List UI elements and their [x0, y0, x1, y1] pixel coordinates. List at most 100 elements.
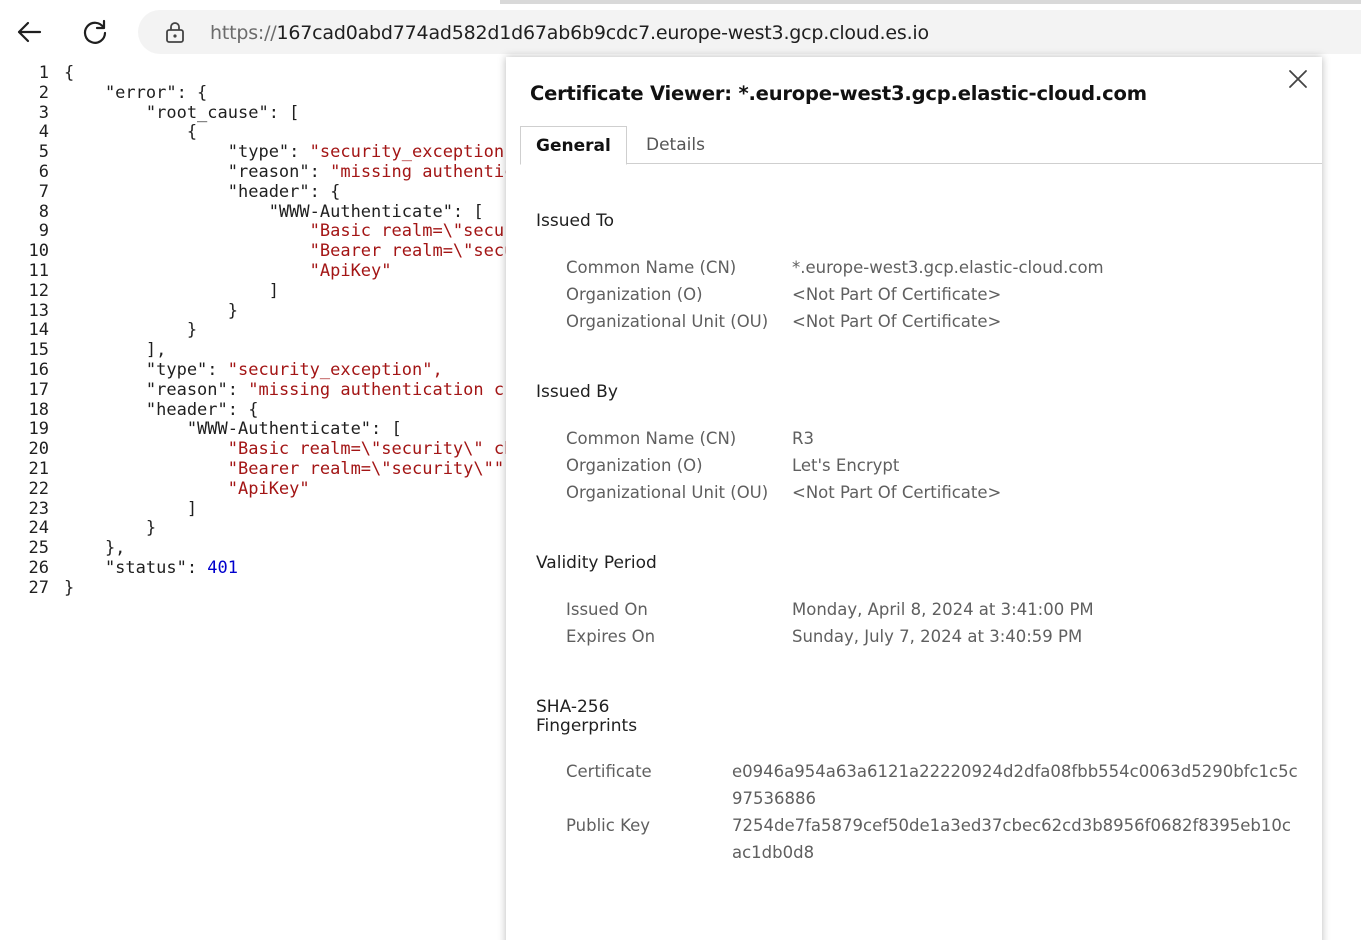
code-token: ]	[64, 498, 198, 519]
code-text: "status": 401	[64, 557, 239, 579]
issued-by-heading: Issued By	[536, 382, 618, 402]
line-number: 18	[28, 399, 49, 420]
code-line: 4 {	[0, 122, 520, 143]
line-number: 22	[28, 478, 49, 499]
code-text: },	[64, 538, 125, 559]
code-token: {	[64, 122, 198, 143]
cert-fingerprint-label: Certificate	[566, 762, 652, 781]
code-line: 24 }	[0, 518, 520, 539]
code-token: "type":	[64, 359, 228, 380]
line-number: 15	[28, 340, 49, 361]
public-key-fingerprint-value: 7254de7fa5879cef50de1a3ed37cbec62cd3b895…	[732, 816, 1291, 862]
code-text: "WWW-Authenticate": [	[64, 419, 402, 440]
code-text: "root_cause": [	[64, 102, 300, 124]
code-token: "Basic realm=\"security\" charset=\"UTF-…	[227, 439, 520, 460]
line-number: 1	[38, 64, 49, 83]
code-text: {	[64, 122, 198, 143]
issued-to-ou-value: <Not Part Of Certificate>	[792, 312, 1002, 331]
refresh-button[interactable]	[75, 12, 115, 52]
code-text: "ApiKey"	[64, 261, 392, 282]
code-token: "missing authentication credentials",	[248, 379, 520, 400]
code-token: "Bearer realm=\"security\"",	[309, 241, 520, 262]
issued-on-label: Issued On	[566, 600, 648, 619]
code-line: 6 "reason": "missing authentication cred…	[0, 161, 520, 183]
line-number: 8	[38, 201, 49, 222]
issued-to-o-value: <Not Part Of Certificate>	[792, 285, 1002, 304]
code-text: "type": "security_exception",	[64, 359, 443, 381]
issued-to-heading: Issued To	[536, 211, 615, 231]
code-token: "WWW-Authenticate": [	[64, 201, 484, 222]
issued-by-cn-label: Common Name (CN)	[566, 429, 737, 448]
line-number: 9	[38, 221, 49, 242]
issued-to-ou-label: Organizational Unit (OU)	[566, 312, 769, 331]
url-scheme: https://	[210, 22, 277, 44]
issued-by-o-value: Let's Encrypt	[792, 456, 900, 475]
code-line: 5 "type": "security_exception",	[0, 142, 520, 163]
code-text: "WWW-Authenticate": [	[64, 201, 484, 223]
line-number: 14	[28, 320, 49, 341]
tab-details[interactable]: Details	[631, 126, 720, 164]
code-text: "Basic realm=\"security\" charset=\"UTF-…	[64, 221, 520, 242]
code-text: "type": "security_exception",	[64, 142, 520, 163]
code-line: 2 "error": {	[0, 82, 520, 104]
code-line: 1{	[0, 64, 520, 84]
code-line: 12 ]	[0, 281, 520, 302]
certificate-viewer-dialog: Certificate Viewer: *.europe-west3.gcp.e…	[506, 57, 1322, 940]
url-text[interactable]: https://167cad0abd774ad582d1d67ab6b9cdc7…	[210, 22, 929, 44]
close-icon[interactable]	[1286, 67, 1310, 91]
code-line: 16 "type": "security_exception",	[0, 359, 520, 381]
issued-by-cn-value: R3	[792, 429, 814, 448]
code-line: 22 "ApiKey"	[0, 478, 520, 500]
line-number: 3	[38, 102, 49, 123]
code-token: ],	[64, 340, 167, 361]
code-text: ]	[64, 498, 198, 520]
code-text: "Bearer realm=\"security\"",	[64, 459, 515, 480]
lock-icon[interactable]	[164, 21, 186, 43]
code-text: "Bearer realm=\"security\"",	[64, 241, 520, 262]
code-text: "reason": "missing authentication creden…	[64, 161, 520, 183]
code-line: 23 ]	[0, 498, 520, 520]
tab-general[interactable]: General	[520, 126, 627, 165]
code-line: 8 "WWW-Authenticate": [	[0, 201, 520, 223]
line-number: 6	[38, 161, 49, 182]
code-token: "WWW-Authenticate": [	[64, 419, 402, 440]
code-token: "header": {	[64, 399, 259, 420]
code-token: {	[64, 64, 75, 83]
code-token: 401	[207, 557, 239, 578]
code-text: "header": {	[64, 182, 341, 203]
code-line: 20 "Basic realm=\"security\" charset=\"U…	[0, 439, 520, 460]
line-number: 19	[28, 419, 49, 440]
line-number: 5	[38, 142, 49, 163]
address-bar[interactable]: https://167cad0abd774ad582d1d67ab6b9cdc7…	[138, 10, 1361, 54]
line-number: 20	[28, 439, 49, 460]
code-text: ],	[64, 340, 167, 361]
code-text: }	[64, 578, 74, 599]
browser-toolbar: https://167cad0abd774ad582d1d67ab6b9cdc7…	[0, 4, 1361, 60]
tab-bar: General Details	[520, 126, 1322, 165]
issued-by-o-label: Organization (O)	[566, 456, 703, 475]
back-button[interactable]	[9, 12, 49, 52]
code-token: "reason":	[64, 379, 249, 400]
line-number: 2	[38, 82, 49, 103]
code-text: "error": {	[64, 83, 207, 104]
code-line: 21 "Bearer realm=\"security\"",	[0, 458, 520, 480]
code-token: }	[64, 518, 157, 539]
code-token: "root_cause": [	[64, 102, 300, 123]
code-text: }	[64, 518, 157, 539]
public-key-fingerprint-label: Public Key	[566, 816, 650, 835]
code-text: }	[64, 300, 238, 322]
code-line: 3 "root_cause": [	[0, 102, 520, 124]
line-number: 21	[28, 458, 49, 479]
code-token: }	[64, 300, 238, 321]
issued-by-ou-value: <Not Part Of Certificate>	[792, 483, 1002, 502]
code-token: "status":	[64, 557, 208, 578]
line-number: 7	[38, 181, 49, 202]
refresh-icon	[83, 19, 107, 44]
issued-to-cn-value: *.europe-west3.gcp.elastic-cloud.com	[792, 258, 1104, 277]
code-line: 25 },	[0, 538, 520, 559]
code-token: "reason":	[64, 161, 331, 182]
code-line: 10 "Bearer realm=\"security\"",	[0, 241, 520, 262]
issued-on-value: Monday, April 8, 2024 at 3:41:00 PM	[792, 600, 1094, 619]
code-text: "Basic realm=\"security\" charset=\"UTF-…	[64, 439, 520, 460]
issued-to-o-label: Organization (O)	[566, 285, 703, 304]
